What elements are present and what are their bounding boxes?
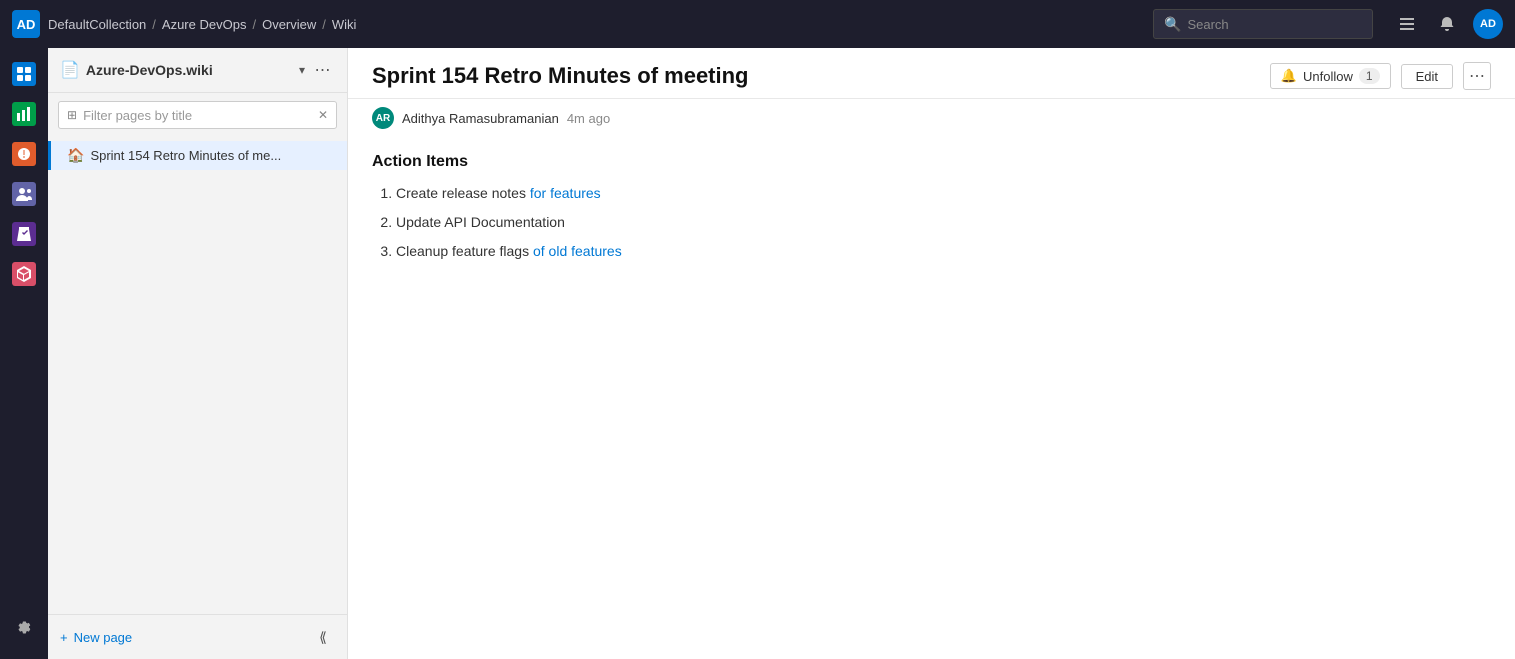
breadcrumb-sep-3: / bbox=[322, 17, 326, 32]
sidebar: 📄 Azure-DevOps.wiki ▾ ⋯ ⊞ ✕ 🏠 Sprint 154… bbox=[48, 48, 348, 659]
breadcrumb-default-collection[interactable]: DefaultCollection bbox=[48, 17, 146, 32]
rail-icon-test[interactable] bbox=[6, 216, 42, 252]
plus-icon: + bbox=[60, 630, 68, 645]
unfollow-button[interactable]: 🔔 Unfollow 1 bbox=[1270, 63, 1391, 89]
author-name: Adithya Ramasubramanian bbox=[402, 111, 559, 126]
rail-icon-bugs[interactable] bbox=[6, 136, 42, 172]
more-options-button[interactable]: ⋯ bbox=[1463, 62, 1491, 90]
bell-icon: 🔔 bbox=[1281, 68, 1297, 84]
content-actions: 🔔 Unfollow 1 Edit ⋯ bbox=[1270, 62, 1491, 90]
sidebar-page-item[interactable]: 🏠 Sprint 154 Retro Minutes of me... bbox=[48, 141, 347, 170]
app-logo[interactable]: AD bbox=[12, 10, 40, 38]
list-item: Create release notes for features bbox=[396, 183, 1491, 204]
rail-icon-teams[interactable] bbox=[6, 176, 42, 212]
wiki-icon: 📄 bbox=[60, 60, 80, 80]
edit-time: 4m ago bbox=[567, 111, 610, 126]
filter-icon: ⊞ bbox=[67, 108, 77, 122]
list-item: Update API Documentation bbox=[396, 212, 1491, 233]
rail-icon-packages[interactable] bbox=[6, 256, 42, 292]
content-body: Action Items Create release notes for fe… bbox=[348, 137, 1515, 659]
topbar: AD DefaultCollection / Azure DevOps / Ov… bbox=[0, 0, 1515, 48]
search-icon: 🔍 bbox=[1164, 16, 1181, 33]
rail-icon-boards[interactable] bbox=[6, 56, 42, 92]
sidebar-footer: + New page ⟪ bbox=[48, 614, 347, 659]
author-avatar: AR bbox=[372, 107, 394, 129]
action-link-1[interactable]: for features bbox=[530, 185, 601, 201]
notifications-icon[interactable] bbox=[1433, 10, 1461, 38]
sidebar-menu-button[interactable]: ⋯ bbox=[311, 58, 335, 82]
content-meta: AR Adithya Ramasubramanian 4m ago bbox=[348, 99, 1515, 137]
collapse-sidebar-button[interactable]: ⟪ bbox=[311, 625, 335, 649]
filter-input[interactable] bbox=[83, 108, 312, 123]
icon-rail bbox=[0, 48, 48, 659]
list-item: Cleanup feature flags of old features bbox=[396, 241, 1491, 262]
wiki-title: Azure-DevOps.wiki bbox=[86, 62, 293, 78]
rail-icon-settings[interactable] bbox=[6, 611, 42, 647]
page-item-title: Sprint 154 Retro Minutes of me... bbox=[90, 148, 331, 163]
unfollow-label: Unfollow bbox=[1303, 69, 1353, 84]
list-view-icon[interactable] bbox=[1393, 10, 1421, 38]
content-header: Sprint 154 Retro Minutes of meeting 🔔 Un… bbox=[348, 48, 1515, 99]
page-title: Sprint 154 Retro Minutes of meeting bbox=[372, 63, 1270, 89]
sidebar-pages: 🏠 Sprint 154 Retro Minutes of me... bbox=[48, 137, 347, 614]
chevron-down-icon[interactable]: ▾ bbox=[299, 63, 305, 77]
breadcrumb: DefaultCollection / Azure DevOps / Overv… bbox=[48, 17, 356, 32]
search-input[interactable] bbox=[1187, 17, 1362, 32]
follower-count: 1 bbox=[1359, 68, 1380, 84]
breadcrumb-overview[interactable]: Overview bbox=[262, 17, 316, 32]
breadcrumb-azure-devops[interactable]: Azure DevOps bbox=[162, 17, 247, 32]
action-items-list: Create release notes for features Update… bbox=[372, 183, 1491, 262]
action-link-3[interactable]: of old features bbox=[533, 243, 622, 259]
edit-button[interactable]: Edit bbox=[1401, 64, 1453, 89]
new-page-button[interactable]: + New page bbox=[60, 630, 132, 645]
content-area: Sprint 154 Retro Minutes of meeting 🔔 Un… bbox=[348, 48, 1515, 659]
breadcrumb-sep-2: / bbox=[252, 17, 256, 32]
breadcrumb-sep-1: / bbox=[152, 17, 156, 32]
home-icon: 🏠 bbox=[67, 147, 84, 164]
sidebar-header: 📄 Azure-DevOps.wiki ▾ ⋯ bbox=[48, 48, 347, 93]
main-layout: 📄 Azure-DevOps.wiki ▾ ⋯ ⊞ ✕ 🏠 Sprint 154… bbox=[0, 48, 1515, 659]
filter-box[interactable]: ⊞ ✕ bbox=[58, 101, 337, 129]
rail-icon-reports[interactable] bbox=[6, 96, 42, 132]
section-heading: Action Items bbox=[372, 153, 1491, 171]
clear-filter-icon[interactable]: ✕ bbox=[318, 108, 328, 122]
user-avatar[interactable]: AD bbox=[1473, 9, 1503, 39]
breadcrumb-wiki[interactable]: Wiki bbox=[332, 17, 357, 32]
new-page-label: New page bbox=[74, 630, 133, 645]
search-box[interactable]: 🔍 bbox=[1153, 9, 1373, 39]
